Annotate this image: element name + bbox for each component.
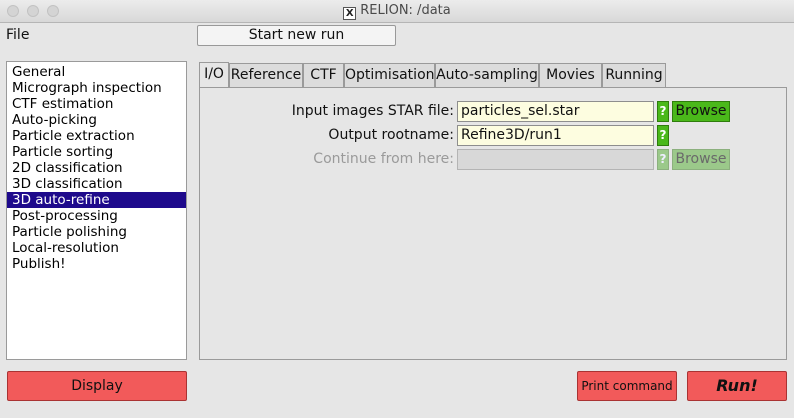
window-title: RELION: /data — [360, 3, 451, 18]
job-item-local-resolution[interactable]: Local-resolution — [7, 240, 186, 256]
continue-from-help-button[interactable]: ? — [657, 149, 669, 170]
job-item-3d-auto-refine[interactable]: 3D auto-refine — [7, 192, 186, 208]
file-menu[interactable]: File — [6, 27, 29, 43]
title-bar: X RELION: /data — [0, 0, 794, 23]
job-item-publish[interactable]: Publish! — [7, 256, 186, 272]
print-command-button[interactable]: Print command — [577, 371, 677, 401]
job-item-general[interactable]: General — [7, 64, 186, 80]
continue-from-label: Continue from here: — [313, 151, 454, 167]
tab-running[interactable]: Running — [602, 63, 666, 87]
input-images-field[interactable]: particles_sel.star — [457, 101, 654, 122]
job-item-particle-sorting[interactable]: Particle sorting — [7, 144, 186, 160]
continue-from-browse-button[interactable]: Browse — [672, 149, 730, 170]
tab-io[interactable]: I/O — [199, 62, 229, 88]
tab-movies[interactable]: Movies — [539, 63, 602, 87]
job-item-3d-classification[interactable]: 3D classification — [7, 176, 186, 192]
job-item-2d-classification[interactable]: 2D classification — [7, 160, 186, 176]
job-item-ctf-estimation[interactable]: CTF estimation — [7, 96, 186, 112]
job-item-micrograph-inspection[interactable]: Micrograph inspection — [7, 80, 186, 96]
job-type-list[interactable]: General Micrograph inspection CTF estima… — [6, 61, 187, 360]
tab-ctf[interactable]: CTF — [303, 63, 344, 87]
tab-auto-sampling[interactable]: Auto-sampling — [435, 63, 539, 87]
job-item-post-processing[interactable]: Post-processing — [7, 208, 186, 224]
start-new-run-button[interactable]: Start new run — [197, 25, 396, 46]
input-images-help-button[interactable]: ? — [657, 101, 669, 122]
input-images-label: Input images STAR file: — [291, 103, 454, 119]
window-title-area: X RELION: /data — [0, 3, 794, 20]
display-button[interactable]: Display — [7, 371, 187, 401]
tab-optimisation[interactable]: Optimisation — [344, 63, 435, 87]
output-rootname-label: Output rootname: — [328, 127, 454, 143]
continue-from-field[interactable] — [457, 149, 654, 170]
output-rootname-help-button[interactable]: ? — [657, 125, 669, 146]
output-rootname-field[interactable]: Refine3D/run1 — [457, 125, 654, 146]
input-images-browse-button[interactable]: Browse — [672, 101, 730, 122]
x11-icon: X — [343, 7, 357, 20]
job-item-particle-polishing[interactable]: Particle polishing — [7, 224, 186, 240]
job-item-auto-picking[interactable]: Auto-picking — [7, 112, 186, 128]
tab-reference[interactable]: Reference — [229, 63, 303, 87]
job-item-particle-extraction[interactable]: Particle extraction — [7, 128, 186, 144]
run-button[interactable]: Run! — [687, 371, 787, 401]
